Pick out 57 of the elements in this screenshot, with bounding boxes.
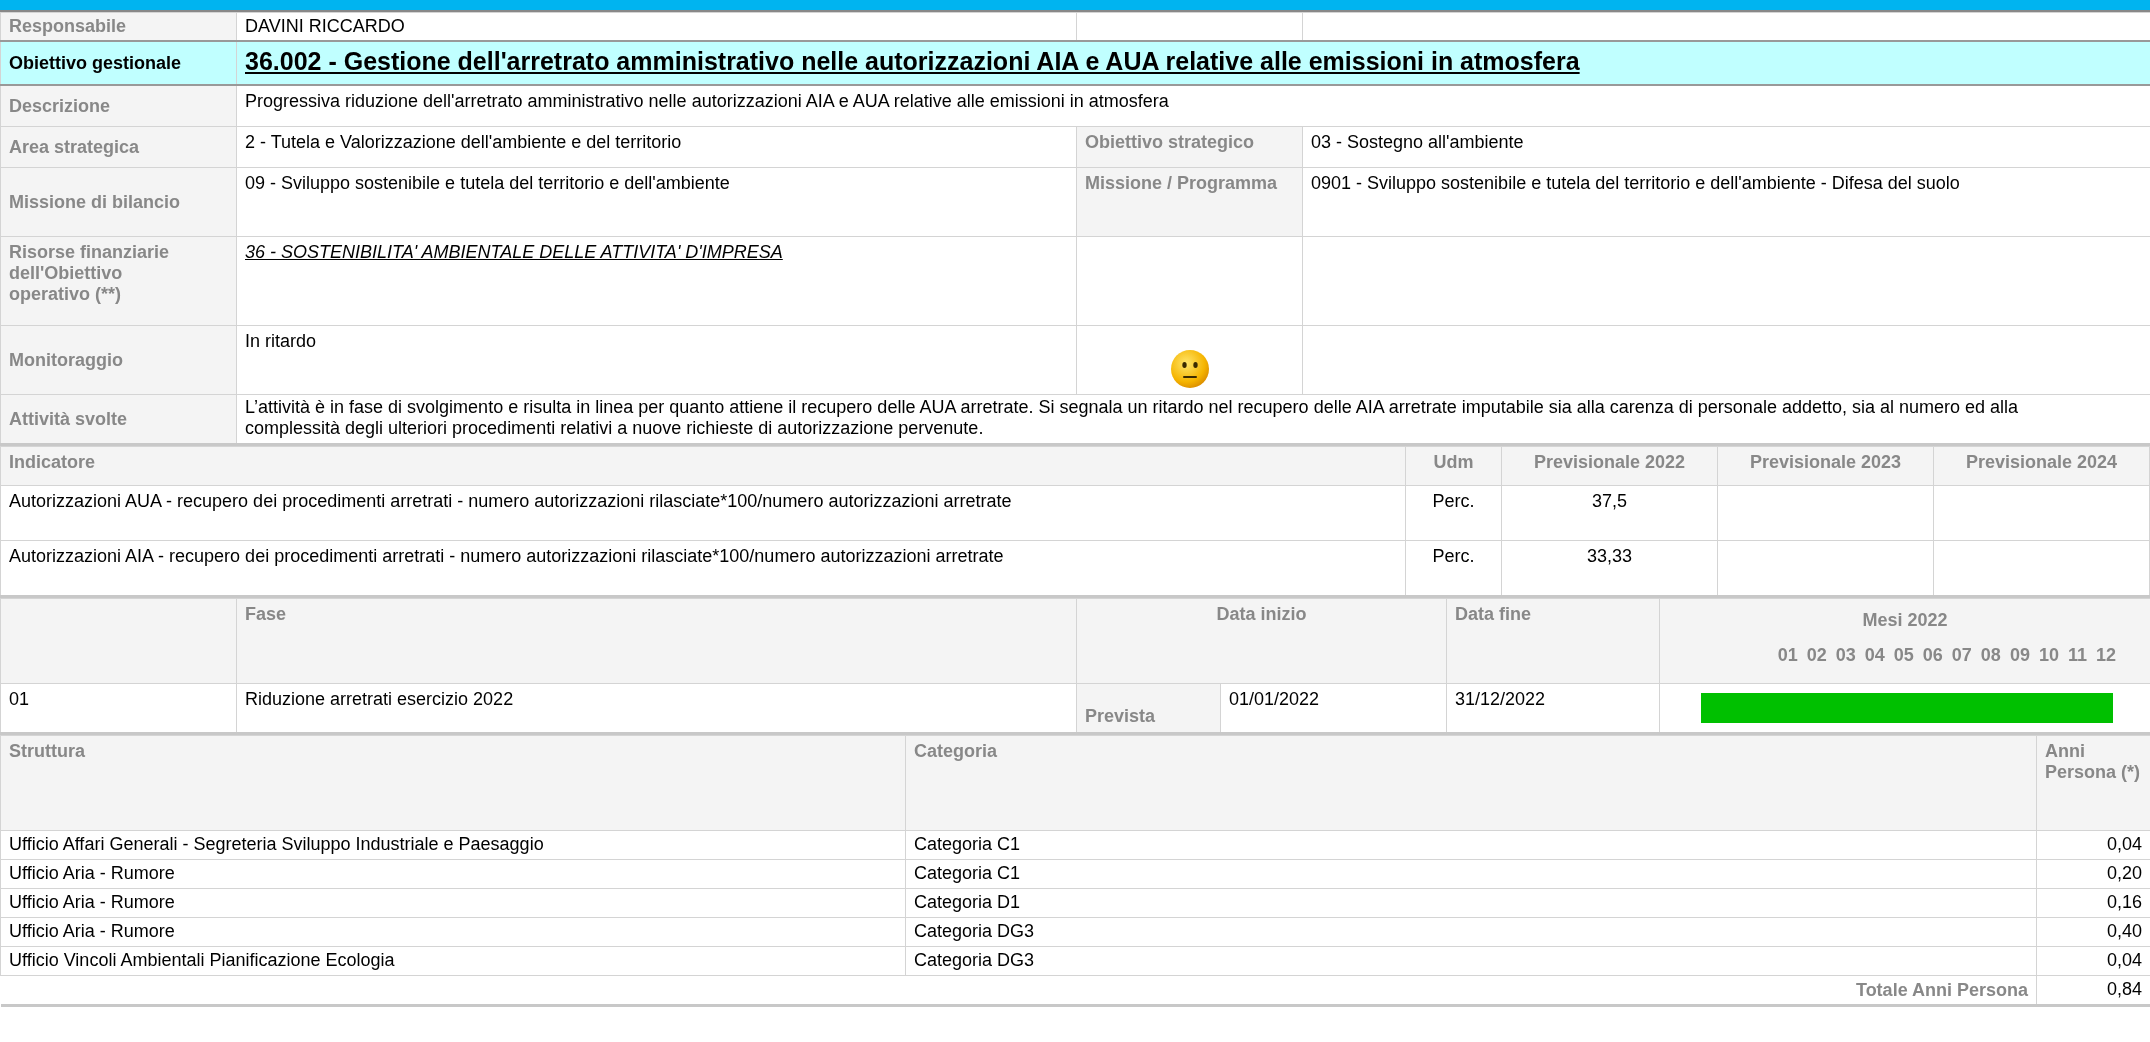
field-label: Missione / Programma bbox=[1076, 167, 1303, 237]
total-value: 0,84 bbox=[2036, 975, 2150, 1006]
month-label: 11 bbox=[2067, 645, 2087, 666]
table-cell: Ufficio Aria - Rumore bbox=[0, 888, 906, 918]
field-label: Missione di bilancio bbox=[0, 167, 237, 237]
field-label: Descrizione bbox=[0, 85, 237, 127]
field-label: Attività svolte bbox=[0, 394, 237, 445]
table-cell: Categoria C1 bbox=[905, 859, 2037, 889]
table-cell: Perc. bbox=[1405, 485, 1502, 541]
column-header: Previsionale 2024 bbox=[1933, 446, 2150, 486]
table-cell: Categoria DG3 bbox=[905, 946, 2037, 976]
column-header: Categoria bbox=[905, 735, 2037, 831]
table-cell: 01 bbox=[0, 683, 237, 734]
month-label: 06 bbox=[1922, 645, 1943, 666]
column-header: Indicatore bbox=[0, 446, 1406, 486]
field-value: 09 - Sviluppo sostenibile e tutela del territorio e dell'ambiente bbox=[236, 167, 1077, 237]
table-cell: Categoria DG3 bbox=[905, 917, 2037, 947]
table-cell: Ufficio Vincoli Ambientali Pianificazione Ecologia bbox=[0, 946, 906, 976]
table-cell: 37,5 bbox=[1501, 485, 1718, 541]
column-header: Previsionale 2023 bbox=[1717, 446, 1934, 486]
table-cell: Ufficio Affari Generali - Segreteria Sviluppo Industriale e Paesaggio bbox=[0, 830, 906, 860]
column-header: Mesi 2022 bbox=[1861, 610, 1949, 631]
month-label: 12 bbox=[2096, 645, 2116, 666]
field-label: Monitoraggio bbox=[0, 325, 237, 395]
field-label: Risorse finanziarie dell'Obiettivo operativo (**) bbox=[0, 236, 237, 326]
field-label: Obiettivo gestionale bbox=[0, 41, 237, 85]
month-label: 09 bbox=[2009, 645, 2030, 666]
month-label: 08 bbox=[1980, 645, 2001, 666]
column-header: Fase bbox=[236, 598, 1077, 684]
column-header: Anni Persona (*) bbox=[2036, 735, 2150, 831]
field-value: 2 - Tutela e Valorizzazione dell'ambiente e del territorio bbox=[236, 126, 1077, 168]
table-cell: Categoria D1 bbox=[905, 888, 2037, 918]
table-cell: Ufficio Aria - Rumore bbox=[0, 859, 906, 889]
month-label: 05 bbox=[1893, 645, 1914, 666]
table-cell: Ufficio Aria - Rumore bbox=[0, 917, 906, 947]
column-header: Udm bbox=[1405, 446, 1502, 486]
table-cell: Autorizzazioni AIA - recupero dei procedimenti arretrati - numero autorizzazioni rilasciate*100/numero autorizzazioni arretrate bbox=[0, 540, 1406, 597]
table-cell: Prevista bbox=[1076, 683, 1221, 734]
neutral-face-icon bbox=[1169, 349, 1210, 389]
month-label: 04 bbox=[1864, 645, 1885, 666]
month-label: 07 bbox=[1951, 645, 1972, 666]
column-header: Struttura bbox=[0, 735, 906, 831]
total-label: Totale Anni Persona bbox=[0, 975, 2037, 1006]
field-label: Area strategica bbox=[0, 126, 237, 168]
column-header: Data fine bbox=[1446, 598, 1660, 684]
month-label: 02 bbox=[1806, 645, 1827, 666]
month-label: 03 bbox=[1835, 645, 1856, 666]
table-cell: Categoria C1 bbox=[905, 830, 2037, 860]
month-label: 10 bbox=[2038, 645, 2059, 666]
table-cell: Autorizzazioni AUA - recupero dei procedimenti arretrati - numero autorizzazioni rilasciate*100/numero autorizzazioni arretrate bbox=[0, 485, 1406, 541]
field-label: Responsabile bbox=[0, 12, 237, 41]
field-value: In ritardo bbox=[236, 325, 1077, 395]
resource-link[interactable]: 36 - SOSTENIBILITA' AMBIENTALE DELLE ATTIVITA' D'IMPRESA bbox=[245, 242, 783, 262]
month-label: 01 bbox=[1777, 645, 1798, 666]
column-header: Data inizio bbox=[1076, 598, 1447, 684]
column-header: Previsionale 2022 bbox=[1501, 446, 1718, 486]
field-label: Obiettivo strategico bbox=[1076, 126, 1303, 168]
